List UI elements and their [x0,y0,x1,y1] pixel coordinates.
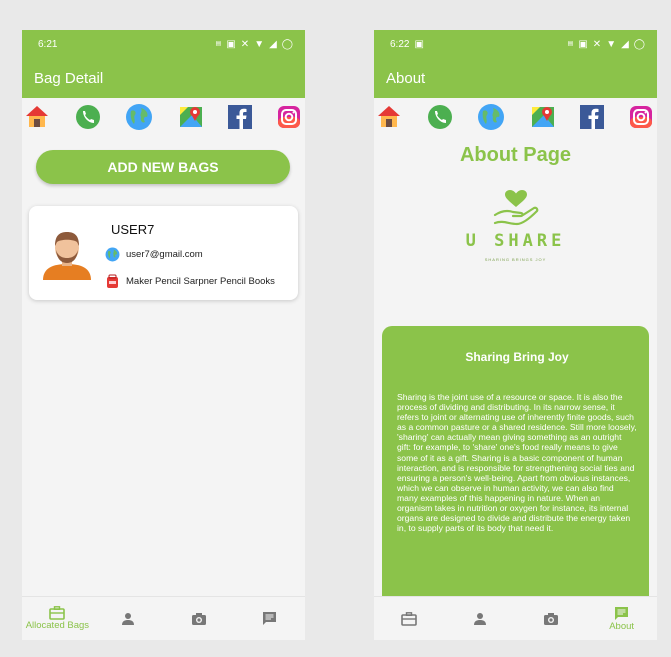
page-title: About [386,69,426,87]
user-name: USER7 [111,222,155,237]
status-icons: ▤ ▣ ✕ ▼ ◢ ◯ [216,39,293,50]
nav-camera[interactable] [164,612,235,626]
signal-icon: ◢ [621,38,629,50]
nav-allocated-bags[interactable] [374,611,445,626]
mute-icon: ✕ [592,38,602,50]
nav-profile[interactable] [445,612,516,626]
maps-icon[interactable] [530,104,556,130]
globe-icon[interactable] [125,103,153,131]
nav-camera[interactable] [516,612,587,626]
globe-icon [105,247,120,262]
chat-icon [615,606,629,620]
bag-icon [401,611,418,626]
status-time-row: 6:22 ▣ [390,39,424,50]
status-icons: ▤ ▣ ✕ ▼ ◢ ◯ [568,39,645,50]
person-icon [474,612,487,625]
home-icon[interactable] [376,104,402,130]
nav-about[interactable]: About [586,606,657,632]
nav-profile[interactable] [93,612,164,626]
data-speed-icon: ▤ [215,41,222,47]
app-bar: Bag Detail [22,58,305,98]
bottom-navigation: Allocated Bags [22,596,305,640]
camera-icon [543,612,558,625]
status-bar: 6:21 ▤ ▣ ✕ ▼ ◢ ◯ [22,30,305,58]
notification-icon: ▣ [414,38,424,50]
social-links [374,98,657,136]
facebook-icon[interactable] [228,105,253,129]
heart-hand-logo-icon [493,190,538,226]
facebook-icon[interactable] [580,105,605,129]
bottom-navigation: About [374,596,657,640]
social-links [22,98,305,136]
user-books-row: Maker Pencil Sarpner Pencil Books [105,274,275,289]
bag-icon [49,606,66,620]
status-time: 6:21 [38,38,58,50]
card-body: Sharing is the joint use of a resource o… [397,392,637,534]
data-speed-icon: ▤ [567,41,574,47]
app-bar: About [374,58,657,98]
logo-tagline: SHARING BRINGS JOY [484,257,547,262]
phone-screen-bag-detail: 6:21 ▤ ▣ ✕ ▼ ◢ ◯ Bag Detail ADD NEW BAGS… [22,30,305,640]
nav-label: About [609,620,635,632]
status-time: 6:22 [390,38,410,50]
phone-icon[interactable] [427,104,453,130]
home-icon[interactable] [24,104,50,130]
battery-icon: ◯ [281,38,293,50]
nav-allocated-bags[interactable]: Allocated Bags [22,606,93,631]
camera-icon [191,612,206,625]
nfc-icon: ▣ [226,38,236,50]
nav-label: Allocated Bags [25,620,90,631]
person-icon [122,612,135,625]
wifi-icon: ▼ [606,38,617,50]
instagram-icon[interactable] [277,105,301,129]
globe-icon[interactable] [477,103,505,131]
phone-screen-about: 6:22 ▣ ▤ ▣ ✕ ▼ ◢ ◯ About About Page U SH… [374,30,657,640]
chat-icon [263,612,277,625]
user-books: Maker Pencil Sarpner Pencil Books [126,276,275,287]
avatar [43,232,91,280]
status-bar: 6:22 ▣ ▤ ▣ ✕ ▼ ◢ ◯ [374,30,657,58]
page-title: Bag Detail [34,69,104,87]
user-card[interactable]: USER7 user7@gmail.com Maker Pencil Sarpn… [29,206,298,300]
maps-icon[interactable] [178,104,204,130]
user-email-row: user7@gmail.com [105,247,203,262]
nav-messages[interactable] [234,611,305,626]
school-bag-icon [107,274,118,288]
battery-icon: ◯ [633,38,645,50]
instagram-icon[interactable] [629,105,653,129]
user-email: user7@gmail.com [126,249,203,260]
logo-text: U SHARE [465,231,566,251]
add-new-bags-button[interactable]: ADD NEW BAGS [36,150,290,184]
wifi-icon: ▼ [254,38,265,50]
about-page-heading: About Page [459,144,572,166]
nfc-icon: ▣ [578,38,588,50]
about-card: Sharing Bring Joy Sharing is the joint u… [382,326,649,626]
card-title: Sharing Bring Joy [465,350,569,364]
mute-icon: ✕ [240,38,250,50]
signal-icon: ◢ [269,38,277,50]
phone-icon[interactable] [75,104,101,130]
